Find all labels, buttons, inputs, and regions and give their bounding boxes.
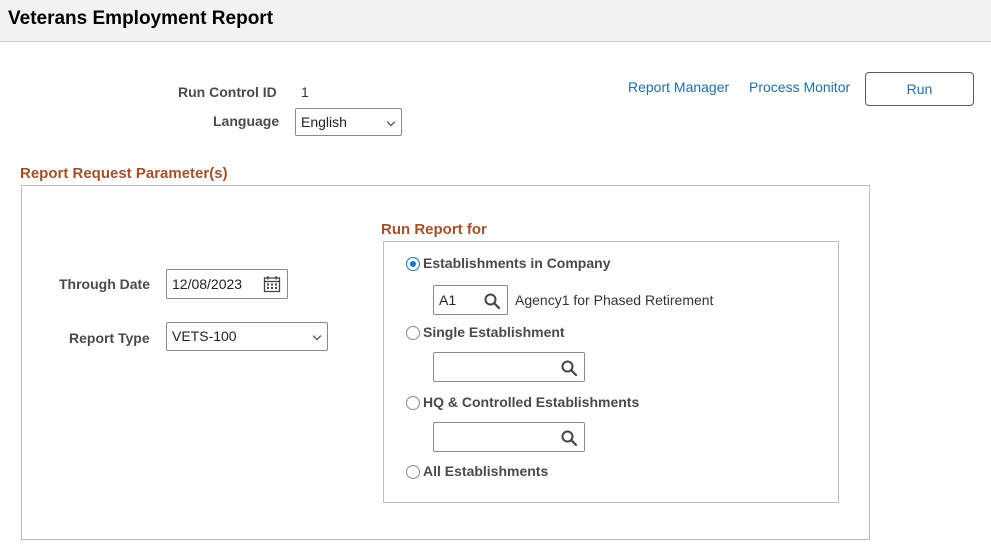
run-report-for-title: Run Report for (381, 221, 487, 238)
search-icon[interactable] (560, 359, 578, 377)
report-manager-link[interactable]: Report Manager (628, 79, 729, 95)
language-select-value: English (301, 114, 347, 130)
radio-unselected-icon[interactable] (406, 326, 420, 340)
through-date-input[interactable]: 12/08/2023 (166, 269, 288, 299)
through-date-label: Through Date (59, 276, 150, 292)
company-description: Agency1 for Phased Retirement (515, 292, 714, 308)
report-parameters-title: Report Request Parameter(s) (20, 165, 228, 182)
company-code-input[interactable]: A1 (433, 285, 508, 315)
page-title: Veterans Employment Report (8, 8, 274, 29)
process-monitor-link[interactable]: Process Monitor (749, 79, 850, 95)
radio-label: All Establishments (423, 463, 549, 479)
run-button[interactable]: Run (865, 72, 974, 106)
search-icon[interactable] (483, 292, 501, 310)
chevron-down-icon (386, 117, 396, 127)
page-header: Veterans Employment Report (0, 0, 991, 42)
run-control-value: 1 (301, 84, 309, 100)
single-establishment-input[interactable] (433, 352, 585, 382)
radio-selected-icon[interactable] (406, 257, 420, 271)
radio-unselected-icon[interactable] (406, 465, 420, 479)
radio-unselected-icon[interactable] (406, 396, 420, 410)
radio-label: HQ & Controlled Establishments (423, 394, 640, 410)
report-type-label: Report Type (69, 330, 150, 346)
radio-label: Single Establishment (423, 324, 565, 340)
language-select[interactable]: English (295, 108, 402, 136)
search-icon[interactable] (560, 429, 578, 447)
company-code-value: A1 (439, 292, 457, 308)
hq-establishment-input[interactable] (433, 422, 585, 452)
calendar-icon[interactable] (263, 275, 281, 293)
report-type-select[interactable]: VETS-100 (166, 322, 328, 351)
through-date-value: 12/08/2023 (172, 276, 243, 292)
run-control-label: Run Control ID (178, 84, 277, 100)
language-label: Language (213, 113, 280, 129)
chevron-down-icon (312, 331, 322, 341)
report-type-value: VETS-100 (172, 328, 237, 344)
radio-label: Establishments in Company (423, 255, 611, 271)
